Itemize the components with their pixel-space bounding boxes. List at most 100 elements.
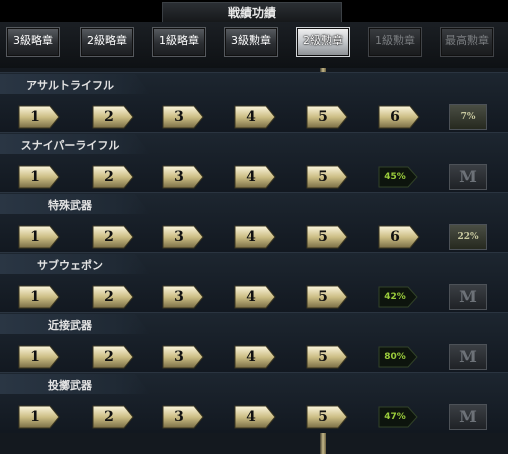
level-number: 2 [104,229,114,245]
level-number: 4 [246,169,256,185]
weapon-category-label: 特殊武器 [48,199,92,212]
tab-2kyu-ryakusho[interactable]: 2級略章 [80,27,134,57]
level-badge[interactable]: 5 [306,284,348,310]
level-number: 3 [174,409,184,425]
level-badge[interactable]: 1 [18,344,60,370]
level-progress-badge: 42% [378,286,418,308]
level-badge[interactable]: 2 [92,224,134,250]
level-badge[interactable]: 2 [92,404,134,430]
level-number: 3 [174,229,184,245]
level-badge[interactable]: 5 [306,104,348,130]
level-badge[interactable]: 2 [92,284,134,310]
weapon-row: サブウェポン 1 2 3 4 5 42% M [0,252,508,313]
level-number: 4 [246,349,256,365]
weapon-category-tab: スナイパーライフル [0,134,150,154]
level-badge[interactable]: 3 [162,344,204,370]
window-title: 戦績功績 [162,2,342,24]
level-number: 4 [246,289,256,305]
level-badge[interactable]: 3 [162,284,204,310]
level-number: 3 [174,169,184,185]
level-number: 4 [246,409,256,425]
weapon-row: アサルトライフル 1 2 3 4 5 6 7% [0,72,508,133]
level-number: 5 [318,169,328,185]
level-progress-value: 80% [384,352,406,362]
level-number: 3 [174,349,184,365]
level-badge[interactable]: 1 [18,104,60,130]
level-badge[interactable]: 4 [234,164,276,190]
level-badge[interactable]: 1 [18,224,60,250]
tab-3kyu-ryakusho[interactable]: 3級略章 [6,27,60,57]
level-progress-badge: 45% [378,166,418,188]
weapon-row: 投擲武器 1 2 3 4 5 47% M [0,372,508,433]
level-badge[interactable]: 6 [378,224,420,250]
weapon-category-label: アサルトライフル [26,79,114,92]
level-number: 5 [318,349,328,365]
level-badge[interactable]: 2 [92,344,134,370]
level-progress-value: 47% [384,412,406,422]
level-number: 5 [318,109,328,125]
level-number: 1 [30,409,40,425]
level-badge[interactable]: 4 [234,404,276,430]
level-number: 5 [318,409,328,425]
level-badge[interactable]: 5 [306,164,348,190]
level-number: 4 [246,229,256,245]
level-badge[interactable]: 5 [306,224,348,250]
level-number: 5 [318,289,328,305]
level-number: 2 [104,109,114,125]
level-badge[interactable]: 2 [92,104,134,130]
level-badge[interactable]: 6 [378,104,420,130]
level-badge[interactable]: 1 [18,284,60,310]
level-number: 4 [246,109,256,125]
weapon-category-label: スナイパーライフル [20,139,120,152]
weapon-category-label: 投擲武器 [48,379,92,392]
weapon-category-tab: 近接武器 [0,314,150,334]
tab-3kyu-kunsho[interactable]: 3級勲章 [224,27,278,57]
tab-1kyu-ryakusho[interactable]: 1級略章 [152,27,206,57]
level-badge[interactable]: 1 [18,164,60,190]
weapon-category-label: 近接武器 [48,319,92,332]
medal-status[interactable]: M [449,344,487,370]
medal-status[interactable]: M [449,164,487,190]
level-badge[interactable]: 3 [162,404,204,430]
level-badge[interactable]: 1 [18,404,60,430]
medal-status[interactable]: 7% [449,104,487,130]
weapon-row: 近接武器 1 2 3 4 5 80% M [0,312,508,373]
level-number: 3 [174,289,184,305]
level-badge[interactable]: 4 [234,224,276,250]
weapon-category-tab: サブウェポン [0,254,150,274]
level-number: 1 [30,169,40,185]
medal-status[interactable]: 22% [449,224,487,250]
level-number: 2 [104,169,114,185]
level-badge[interactable]: 4 [234,104,276,130]
level-badge[interactable]: 4 [234,284,276,310]
level-badge[interactable]: 5 [306,404,348,430]
weapon-row: 特殊武器 1 2 3 4 5 6 22% [0,192,508,253]
rank-tabs: 3級略章 2級略章 1級略章 3級勲章 2級勲章 1級勲章 最高勲章 [0,22,508,68]
achievement-window: { "title": "戦績功績", "tabs": [ {"label": "… [0,0,508,454]
level-number: 2 [104,349,114,365]
level-number: 1 [30,229,40,245]
tab-2kyu-kunsho[interactable]: 2級勲章 [296,27,350,57]
level-badge[interactable]: 5 [306,344,348,370]
medal-status[interactable]: M [449,284,487,310]
tab-1kyu-kunsho[interactable]: 1級勲章 [368,27,422,57]
medal-status[interactable]: M [449,404,487,430]
level-badge[interactable]: 2 [92,164,134,190]
level-badge[interactable]: 4 [234,344,276,370]
level-badge[interactable]: 3 [162,104,204,130]
weapon-category-tab: 特殊武器 [0,194,150,214]
weapon-category-label: サブウェポン [37,259,103,272]
level-number: 6 [390,109,400,125]
level-number: 2 [104,409,114,425]
level-number: 2 [104,289,114,305]
level-progress-badge: 80% [378,346,418,368]
level-badge[interactable]: 3 [162,164,204,190]
tab-saiko-kunsho[interactable]: 最高勲章 [440,27,494,57]
level-number: 1 [30,289,40,305]
weapon-progress-panel: アサルトライフル 1 2 3 4 5 6 7% スナイパーライフル 1 2 3 4… [0,68,508,454]
level-progress-value: 45% [384,172,406,182]
level-progress-badge: 47% [378,406,418,428]
level-number: 1 [30,349,40,365]
level-progress-value: 42% [384,292,406,302]
level-badge[interactable]: 3 [162,224,204,250]
